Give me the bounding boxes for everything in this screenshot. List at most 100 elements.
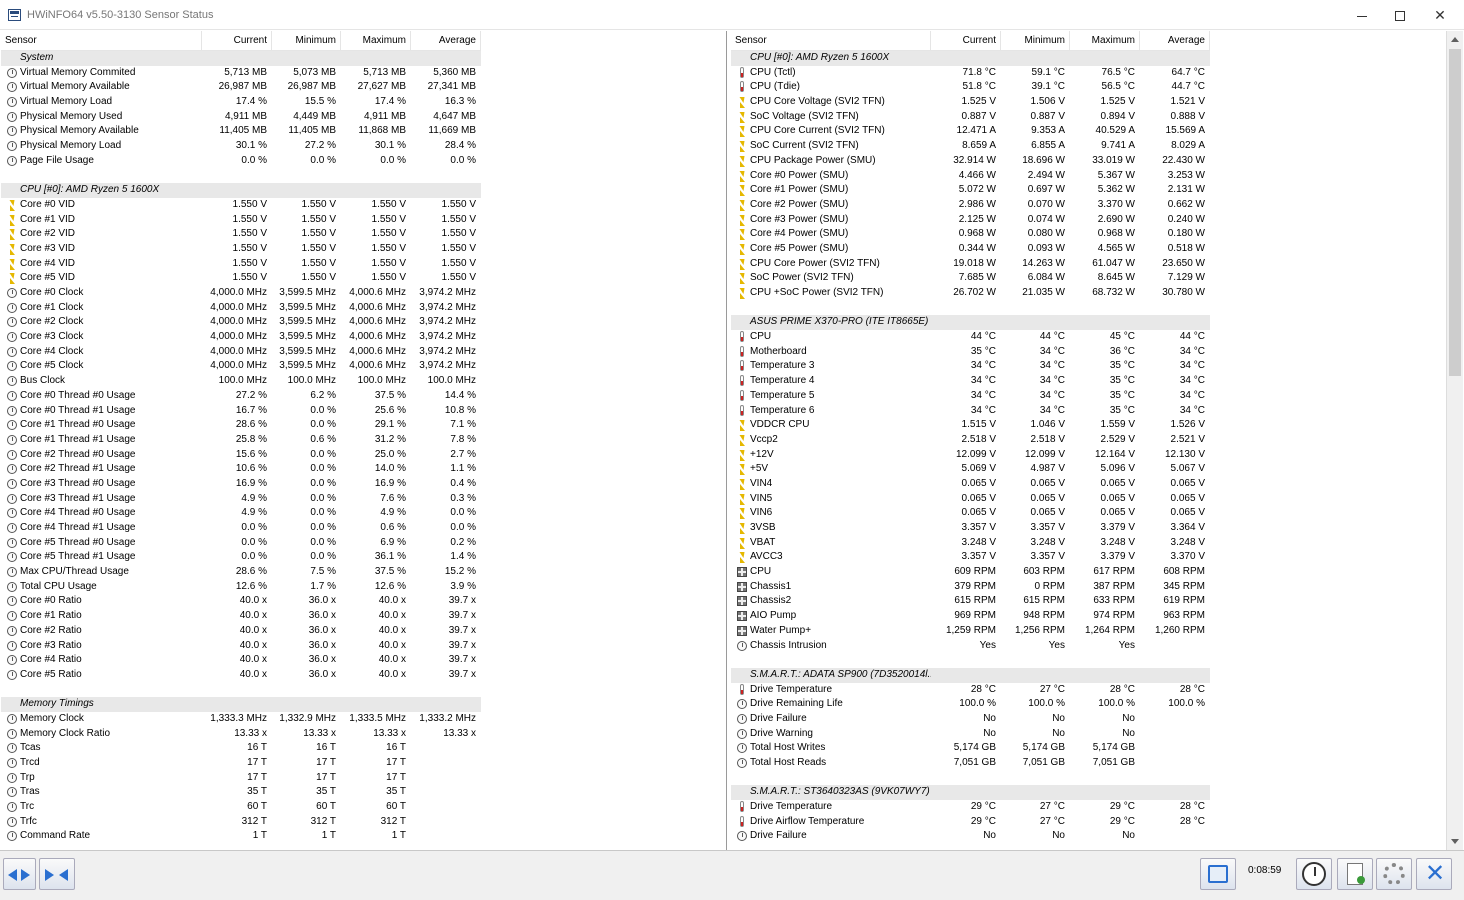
sensor-row[interactable]: Core #4 Thread #0 Usage 4.9 % 0.0 % 4.9 % 0.… bbox=[1, 506, 481, 521]
sensor-row[interactable]: Motherboard 35 °C 34 °C 36 °C 34 °C bbox=[731, 345, 1209, 360]
scroll-thumb[interactable] bbox=[1449, 49, 1461, 376]
header-maximum[interactable]: Maximum bbox=[1070, 31, 1140, 51]
sensor-row[interactable]: Core #4 VID 1.550 V 1.550 V 1.550 V 1.550 V bbox=[1, 257, 481, 272]
sensor-group-header[interactable]: CPU [#0]: AMD Ryzen 5 1600X bbox=[1, 183, 481, 198]
sensor-row[interactable]: CPU 609 RPM 603 RPM 617 RPM 608 RPM bbox=[731, 565, 1209, 580]
sensor-row[interactable]: Chassis2 615 RPM 615 RPM 633 RPM 619 RPM bbox=[731, 594, 1209, 609]
sensor-row[interactable]: +5V 5.069 V 4.987 V 5.096 V 5.067 V bbox=[731, 462, 1209, 477]
maximize-button[interactable] bbox=[1382, 2, 1418, 28]
sensor-row[interactable]: Page File Usage 0.0 % 0.0 % 0.0 % 0.0 % bbox=[1, 154, 481, 169]
sensor-row[interactable]: Max CPU/Thread Usage 28.6 % 7.5 % 37.5 % 15.… bbox=[1, 565, 481, 580]
sensor-row[interactable]: Core #5 Thread #0 Usage 0.0 % 0.0 % 6.9 % 0.… bbox=[1, 536, 481, 551]
sensor-row[interactable]: 3VSB 3.357 V 3.357 V 3.379 V 3.364 V bbox=[731, 521, 1209, 536]
sensor-row[interactable]: Total Host Writes 5,174 GB 5,174 GB 5,174 G… bbox=[731, 741, 1209, 756]
header-minimum[interactable]: Minimum bbox=[1001, 31, 1070, 51]
sensor-row[interactable]: Core #3 Power (SMU) 2.125 W 0.074 W 2.690 W… bbox=[731, 213, 1209, 228]
sensor-row[interactable]: Command Rate 1 T 1 T 1 T bbox=[1, 829, 481, 844]
sensor-row[interactable]: Virtual Memory Commited 5,713 MB 5,073 MB 5… bbox=[1, 66, 481, 81]
sensor-row[interactable]: Core #0 Ratio 40.0 x 36.0 x 40.0 x 39.7 x bbox=[1, 594, 481, 609]
sensor-row[interactable]: Temperature 5 34 °C 34 °C 35 °C 34 °C bbox=[731, 389, 1209, 404]
sensor-row[interactable]: Core #1 Thread #1 Usage 25.8 % 0.6 % 31.2 %… bbox=[1, 433, 481, 448]
sensor-row[interactable]: Chassis Intrusion Yes Yes Yes bbox=[731, 639, 1209, 654]
sensor-row[interactable]: Core #0 Thread #1 Usage 16.7 % 0.0 % 25.6 %… bbox=[1, 404, 481, 419]
sensor-row[interactable]: Drive Remaining Life 100.0 % 100.0 % 100.0 … bbox=[731, 697, 1209, 712]
sensor-row[interactable]: CPU +SoC Power (SVI2 TFN) 26.702 W 21.035 … bbox=[731, 286, 1209, 301]
sensor-row[interactable]: Core #1 Power (SMU) 5.072 W 0.697 W 5.362 W… bbox=[731, 183, 1209, 198]
sensor-row[interactable]: AIO Pump 969 RPM 948 RPM 974 RPM 963 RPM bbox=[731, 609, 1209, 624]
close-button[interactable]: ✕ bbox=[1416, 858, 1452, 890]
sensor-pane-right[interactable]: Sensor Current Minimum Maximum Average C… bbox=[731, 31, 1446, 850]
header-sensor[interactable]: Sensor bbox=[731, 31, 931, 51]
logging-button[interactable] bbox=[1337, 858, 1373, 890]
sensor-row[interactable]: AVCC3 3.357 V 3.357 V 3.379 V 3.370 V bbox=[731, 550, 1209, 565]
sensor-row[interactable]: Core #0 VID 1.550 V 1.550 V 1.550 V 1.550 V bbox=[1, 198, 481, 213]
close-window-button[interactable]: ✕ bbox=[1422, 2, 1458, 28]
header-average[interactable]: Average bbox=[1140, 31, 1210, 51]
sensor-row[interactable]: Core #1 Clock 4,000.0 MHz 3,599.5 MHz 4,000… bbox=[1, 301, 481, 316]
sensor-row[interactable]: Drive Failure No No No bbox=[731, 712, 1209, 727]
header-current[interactable]: Current bbox=[202, 31, 272, 51]
sensor-row[interactable]: Tras 35 T 35 T 35 T bbox=[1, 785, 481, 800]
sensor-row[interactable]: Physical Memory Available 11,405 MB 11,405… bbox=[1, 124, 481, 139]
sensor-row[interactable]: VIN5 0.065 V 0.065 V 0.065 V 0.065 V bbox=[731, 492, 1209, 507]
sensor-group-header[interactable]: System bbox=[1, 51, 481, 66]
sensor-row[interactable]: Chassis1 379 RPM 0 RPM 387 RPM 345 RPM bbox=[731, 580, 1209, 595]
sensor-row[interactable]: Core #3 Thread #1 Usage 4.9 % 0.0 % 7.6 % 0.… bbox=[1, 492, 481, 507]
sensor-row[interactable]: Core #4 Thread #1 Usage 0.0 % 0.0 % 0.6 % 0.… bbox=[1, 521, 481, 536]
sensor-row[interactable]: Bus Clock 100.0 MHz 100.0 MHz 100.0 MHz 100.… bbox=[1, 374, 481, 389]
sensor-row[interactable]: Core #1 VID 1.550 V 1.550 V 1.550 V 1.550 V bbox=[1, 213, 481, 228]
sensor-row[interactable]: CPU Core Voltage (SVI2 TFN) 1.525 V 1.506 … bbox=[731, 95, 1209, 110]
vertical-scrollbar[interactable] bbox=[1446, 31, 1463, 850]
sensor-row[interactable]: CPU (Tctl) 71.8 °C 59.1 °C 76.5 °C 64.7 °C bbox=[731, 66, 1209, 81]
sensor-group-header[interactable]: Memory Timings bbox=[1, 697, 481, 712]
sensor-group-header[interactable]: ASUS PRIME X370-PRO (ITE IT8665E) bbox=[731, 315, 1210, 331]
scroll-down-icon[interactable] bbox=[1451, 839, 1459, 844]
expand-panes-button[interactable] bbox=[39, 858, 75, 890]
sensor-row[interactable]: SoC Power (SVI2 TFN) 7.685 W 6.084 W 8.645 … bbox=[731, 271, 1209, 286]
sensor-row[interactable]: Virtual Memory Available 26,987 MB 26,987 … bbox=[1, 80, 481, 95]
sensor-row[interactable]: Core #4 Ratio 40.0 x 36.0 x 40.0 x 39.7 x bbox=[1, 653, 481, 668]
minimize-button[interactable] bbox=[1344, 2, 1380, 28]
settings-button[interactable] bbox=[1376, 858, 1412, 890]
sensor-row[interactable]: Drive Temperature 28 °C 27 °C 28 °C 28 °C bbox=[731, 683, 1209, 698]
sensor-row[interactable]: Memory Clock 1,333.3 MHz 1,332.9 MHz 1,333.… bbox=[1, 712, 481, 727]
sensor-row[interactable]: Core #2 Ratio 40.0 x 36.0 x 40.0 x 39.7 x bbox=[1, 624, 481, 639]
sensor-row[interactable]: CPU Package Power (SMU) 32.914 W 18.696 W 3… bbox=[731, 154, 1209, 169]
header-average[interactable]: Average bbox=[411, 31, 481, 51]
sensor-row[interactable]: VBAT 3.248 V 3.248 V 3.248 V 3.248 V bbox=[731, 536, 1209, 551]
sensor-row[interactable]: +12V 12.099 V 12.099 V 12.164 V 12.130 V bbox=[731, 448, 1209, 463]
sensor-row[interactable]: Core #3 Ratio 40.0 x 36.0 x 40.0 x 39.7 x bbox=[1, 639, 481, 654]
sensor-group-header[interactable]: S.M.A.R.T.: ST3640323AS (9VK07WY7) bbox=[731, 785, 1210, 801]
sensor-row[interactable]: Drive Warning No No No bbox=[731, 727, 1209, 742]
sensor-row[interactable]: Temperature 6 34 °C 34 °C 35 °C 34 °C bbox=[731, 404, 1209, 419]
header-minimum[interactable]: Minimum bbox=[272, 31, 341, 51]
sensor-row[interactable]: CPU Core Current (SVI2 TFN) 12.471 A 9.353… bbox=[731, 124, 1209, 139]
sensor-row[interactable]: Core #2 Thread #0 Usage 15.6 % 0.0 % 25.0 %… bbox=[1, 448, 481, 463]
sensor-row[interactable]: Core #4 Power (SMU) 0.968 W 0.080 W 0.968 W… bbox=[731, 227, 1209, 242]
sensor-row[interactable]: CPU 44 °C 44 °C 45 °C 44 °C bbox=[731, 330, 1209, 345]
reset-timer-button[interactable] bbox=[1296, 858, 1332, 890]
sensor-row[interactable]: Temperature 4 34 °C 34 °C 35 °C 34 °C bbox=[731, 374, 1209, 389]
sensor-row[interactable]: Core #5 Thread #1 Usage 0.0 % 0.0 % 36.1 % 1… bbox=[1, 550, 481, 565]
sensor-row[interactable]: Core #4 Clock 4,000.0 MHz 3,599.5 MHz 4,000… bbox=[1, 345, 481, 360]
sensor-row[interactable]: Virtual Memory Load 17.4 % 15.5 % 17.4 % 16.… bbox=[1, 95, 481, 110]
sensor-row[interactable]: Core #5 Power (SMU) 0.344 W 0.093 W 4.565 W… bbox=[731, 242, 1209, 257]
sensor-row[interactable]: Drive Failure No No No bbox=[731, 829, 1209, 844]
sensor-row[interactable]: Physical Memory Used 4,911 MB 4,449 MB 4,91… bbox=[1, 110, 481, 125]
sensor-row[interactable]: Total CPU Usage 12.6 % 1.7 % 12.6 % 3.9 % bbox=[1, 580, 481, 595]
sensor-row[interactable]: Core #5 VID 1.550 V 1.550 V 1.550 V 1.550 V bbox=[1, 271, 481, 286]
sensor-row[interactable]: Core #3 VID 1.550 V 1.550 V 1.550 V 1.550 V bbox=[1, 242, 481, 257]
sensor-row[interactable]: Core #3 Clock 4,000.0 MHz 3,599.5 MHz 4,000… bbox=[1, 330, 481, 345]
sensor-row[interactable]: Core #1 Thread #0 Usage 28.6 % 0.0 % 29.1 %… bbox=[1, 418, 481, 433]
sensor-row[interactable]: CPU Core Power (SVI2 TFN) 19.018 W 14.263 … bbox=[731, 257, 1209, 272]
sensor-row[interactable]: Memory Clock Ratio 13.33 x 13.33 x 13.33 x 1… bbox=[1, 727, 481, 742]
scroll-up-icon[interactable] bbox=[1451, 37, 1459, 42]
sensor-row[interactable]: Core #2 Thread #1 Usage 10.6 % 0.0 % 14.0 %… bbox=[1, 462, 481, 477]
sensor-pane-left[interactable]: Sensor Current Minimum Maximum Average S… bbox=[1, 31, 727, 850]
sensor-row[interactable]: Tcas 16 T 16 T 16 T bbox=[1, 741, 481, 756]
sensor-row[interactable]: VDDCR CPU 1.515 V 1.046 V 1.559 V 1.526 V bbox=[731, 418, 1209, 433]
sensor-row[interactable]: Core #5 Clock 4,000.0 MHz 3,599.5 MHz 4,000… bbox=[1, 359, 481, 374]
sensor-row[interactable]: Core #1 Ratio 40.0 x 36.0 x 40.0 x 39.7 x bbox=[1, 609, 481, 624]
sensor-row[interactable]: Core #2 Power (SMU) 2.986 W 0.070 W 3.370 W… bbox=[731, 198, 1209, 213]
sensor-row[interactable]: Core #3 Thread #0 Usage 16.9 % 0.0 % 16.9 %… bbox=[1, 477, 481, 492]
